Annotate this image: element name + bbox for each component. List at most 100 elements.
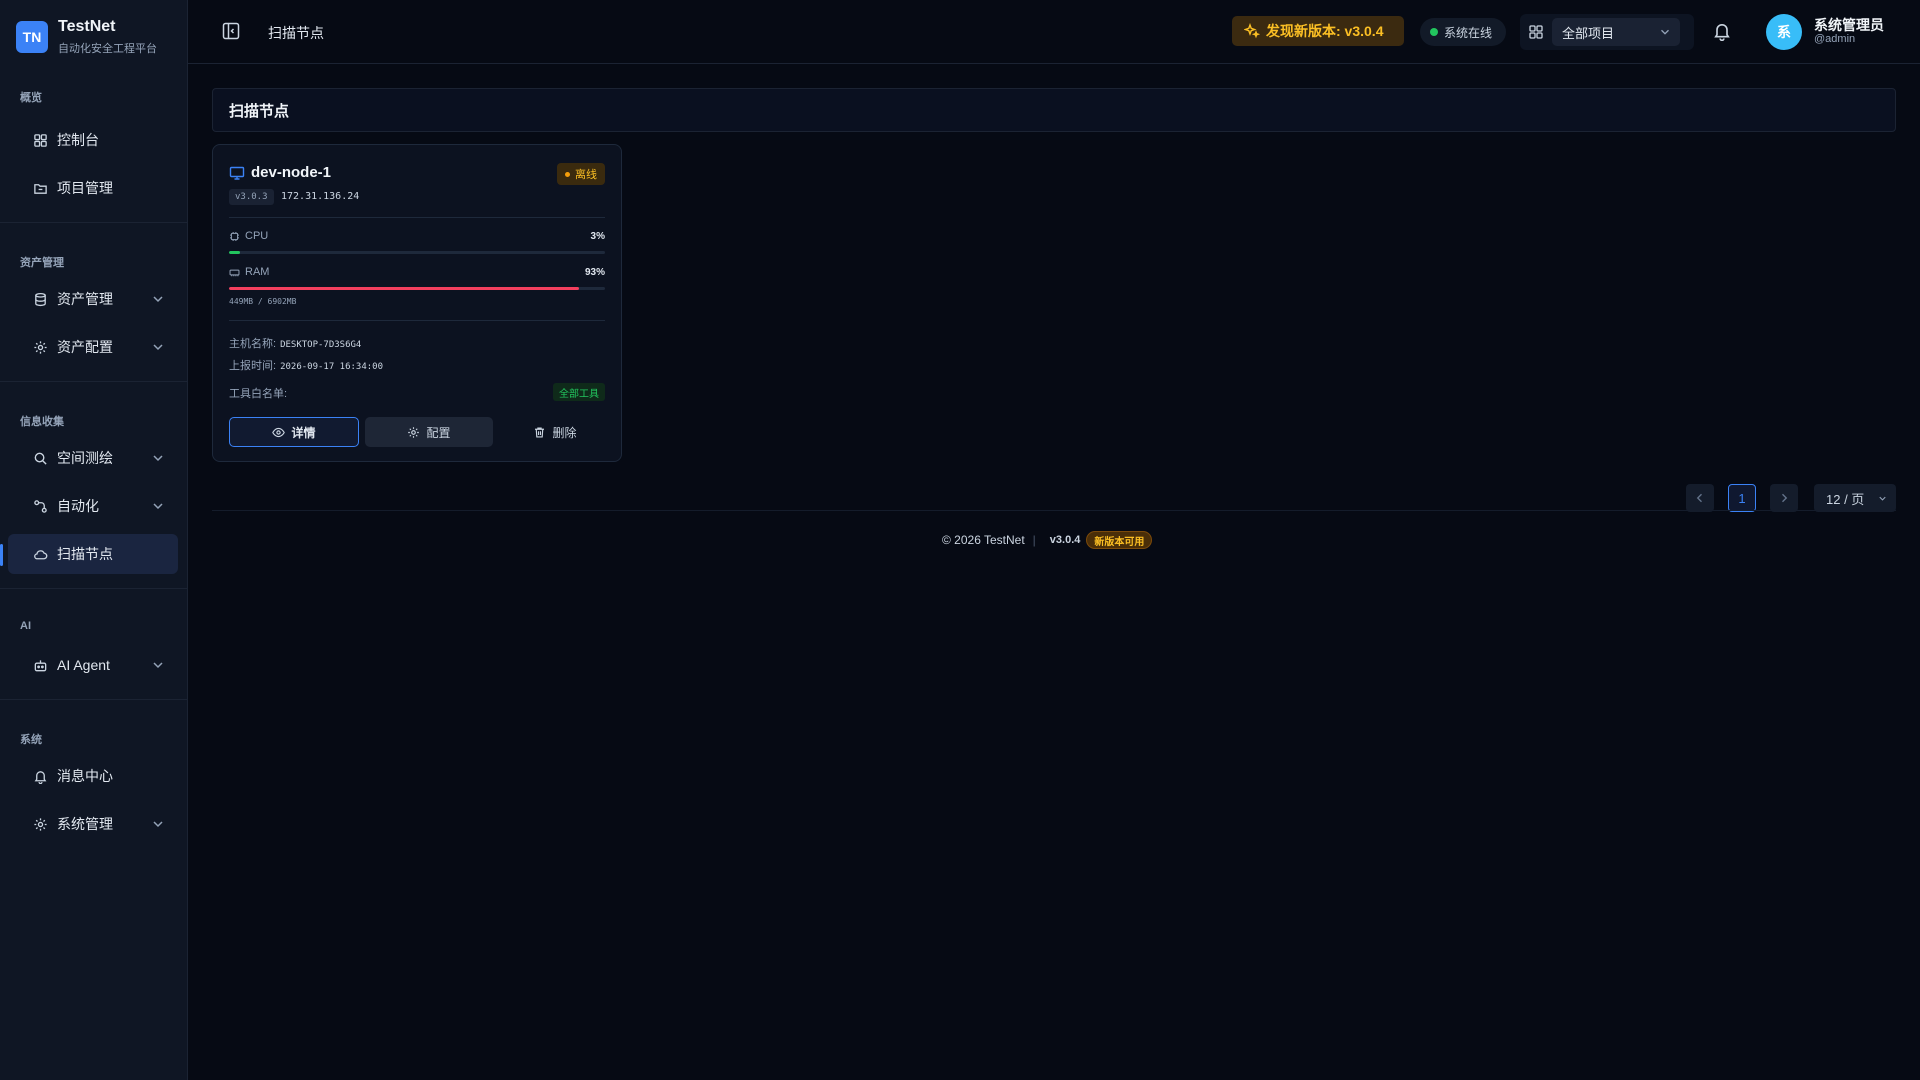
hostname-value: DESKTOP-7D3S6G4 <box>280 340 362 350</box>
brand-logo: TN <box>16 21 48 53</box>
page-1-button[interactable]: 1 <box>1728 484 1756 512</box>
sidebar-item-system-management[interactable]: 系统管理 <box>8 804 178 844</box>
sidebar-item-label: 扫描节点 <box>57 546 113 562</box>
bell-icon <box>32 768 48 784</box>
node-name: dev-node-1 <box>251 164 332 181</box>
status-badge: 离线 <box>557 163 605 185</box>
chevron-down-icon <box>153 455 163 462</box>
report-time-value: 2026-09-17 16:34:00 <box>280 362 384 372</box>
bot-icon <box>32 657 48 673</box>
chevron-down-icon <box>153 503 163 510</box>
sidebar-item-space-mapping[interactable]: 空间测绘 <box>8 438 178 478</box>
online-dot <box>1430 28 1438 36</box>
footer-copyright: © 2026 TestNet <box>942 533 1025 547</box>
grid-icon <box>1529 25 1543 39</box>
cpu-bar-fill <box>229 251 241 254</box>
ram-metric-label: RAM <box>229 266 269 278</box>
memory-icon <box>229 269 240 276</box>
footer-version: v3.0.4 <box>1049 534 1081 546</box>
status-dot <box>565 171 570 177</box>
sidebar-item-label: 资产管理 <box>57 291 113 307</box>
project-switcher: 全部项目 <box>1520 14 1694 50</box>
avatar[interactable]: 系 <box>1766 14 1802 50</box>
chevron-down-icon <box>1661 29 1669 35</box>
system-status-label: 系统在线 <box>1444 25 1493 40</box>
whitelist-label: 工具白名单: <box>229 388 288 400</box>
prev-page-button[interactable] <box>1686 484 1714 512</box>
sidebar-item-label: 自动化 <box>57 498 99 514</box>
topbar: 扫描节点 发现新版本: v3.0.4 系统在线 全部项目 系 系统管理员 @ad… <box>188 0 1920 64</box>
trash-icon <box>535 426 545 438</box>
sidebar-item-label: 消息中心 <box>57 768 113 784</box>
sidebar-item-console[interactable]: 控制台 <box>8 120 178 160</box>
ram-bar-track <box>229 287 605 290</box>
page-title: 扫描节点 <box>212 88 1896 132</box>
brand[interactable]: TN TestNet 自动化安全工程平台 <box>16 18 157 56</box>
sidebar-item-label: 控制台 <box>57 132 99 148</box>
section-label-ai: AI <box>20 620 31 632</box>
system-status-badge: 系统在线 <box>1420 18 1506 46</box>
detail-button[interactable]: 详情 <box>229 417 359 447</box>
footer: © 2026 TestNet | v3.0.4 新版本可用 <box>942 531 1153 549</box>
sidebar-item-asset-management[interactable]: 资产管理 <box>8 279 178 319</box>
page-size-select[interactable]: 12 / 页 <box>1814 484 1896 512</box>
sidebar-item-automation[interactable]: 自动化 <box>8 486 178 526</box>
cpu-value: 3% <box>590 231 605 242</box>
sidebar-item-label: 项目管理 <box>57 180 113 196</box>
search-icon <box>32 450 48 466</box>
update-notice-button[interactable]: 发现新版本: v3.0.4 <box>1232 16 1404 46</box>
sidebar-toggle-icon[interactable] <box>222 22 240 40</box>
section-label-system: 系统 <box>20 734 42 746</box>
database-icon <box>32 291 48 307</box>
ram-value: 93% <box>584 267 605 278</box>
footer-separator: | <box>1032 533 1036 547</box>
chevron-down-icon <box>153 662 163 669</box>
gear-icon <box>32 816 48 832</box>
brand-subtitle: 自动化安全工程平台 <box>58 43 157 55</box>
sidebar-item-label: 系统管理 <box>57 816 113 832</box>
section-label-overview: 概览 <box>20 92 42 104</box>
sidebar: TN TestNet 自动化安全工程平台 概览 控制台 项目管理 资产管理 资产… <box>0 0 188 1080</box>
breadcrumb: 扫描节点 <box>268 25 324 41</box>
chevron-down-icon <box>153 344 163 351</box>
ram-bar-fill <box>229 287 579 290</box>
cpu-metric-label: CPU <box>229 230 268 242</box>
whitelist-badge: 全部工具 <box>553 383 605 401</box>
hostname-row: 主机名称: DESKTOP-7D3S6G4 <box>229 338 362 350</box>
chevron-left-icon <box>1696 493 1702 503</box>
sparkles-icon <box>1244 23 1260 39</box>
page-size-value: 12 / 页 <box>1826 491 1865 507</box>
config-button[interactable]: 配置 <box>365 417 493 447</box>
sidebar-item-label: AI Agent <box>57 657 110 673</box>
eye-icon <box>272 427 286 437</box>
sidebar-item-label: 空间测绘 <box>57 450 113 466</box>
sidebar-item-label: 资产配置 <box>57 339 113 355</box>
notification-bell-icon[interactable] <box>1712 21 1732 41</box>
sidebar-item-messages[interactable]: 消息中心 <box>8 756 178 796</box>
section-label-recon: 信息收集 <box>20 416 64 428</box>
sidebar-item-scan-nodes[interactable]: 扫描节点 <box>8 534 178 574</box>
delete-button[interactable]: 删除 <box>503 417 607 447</box>
update-notice-label: 发现新版本: v3.0.4 <box>1266 23 1384 39</box>
workflow-icon <box>32 498 48 514</box>
node-version-tag: v3.0.3 <box>229 189 274 205</box>
user-name[interactable]: 系统管理员 <box>1814 15 1884 35</box>
gear-icon <box>408 426 420 438</box>
node-card: dev-node-1 离线 v3.0.3 172.31.136.24 CPU 3… <box>212 144 622 462</box>
sidebar-item-ai-agent[interactable]: AI Agent <box>8 645 178 685</box>
project-select[interactable]: 全部项目 <box>1552 18 1680 46</box>
next-page-button[interactable] <box>1770 484 1798 512</box>
user-handle: @admin <box>1814 33 1856 45</box>
cpu-icon <box>230 231 239 241</box>
chevron-right-icon <box>1782 493 1788 503</box>
cloud-icon <box>32 546 48 562</box>
sidebar-item-projects[interactable]: 项目管理 <box>8 168 178 208</box>
sidebar-item-asset-config[interactable]: 资产配置 <box>8 327 178 367</box>
chevron-down-icon <box>153 821 163 828</box>
section-label-assets: 资产管理 <box>20 257 64 269</box>
project-select-value: 全部项目 <box>1562 25 1615 41</box>
gear-icon <box>32 339 48 355</box>
active-indicator <box>0 544 3 566</box>
new-version-badge[interactable]: 新版本可用 <box>1086 531 1153 549</box>
brand-name: TestNet <box>58 18 116 35</box>
